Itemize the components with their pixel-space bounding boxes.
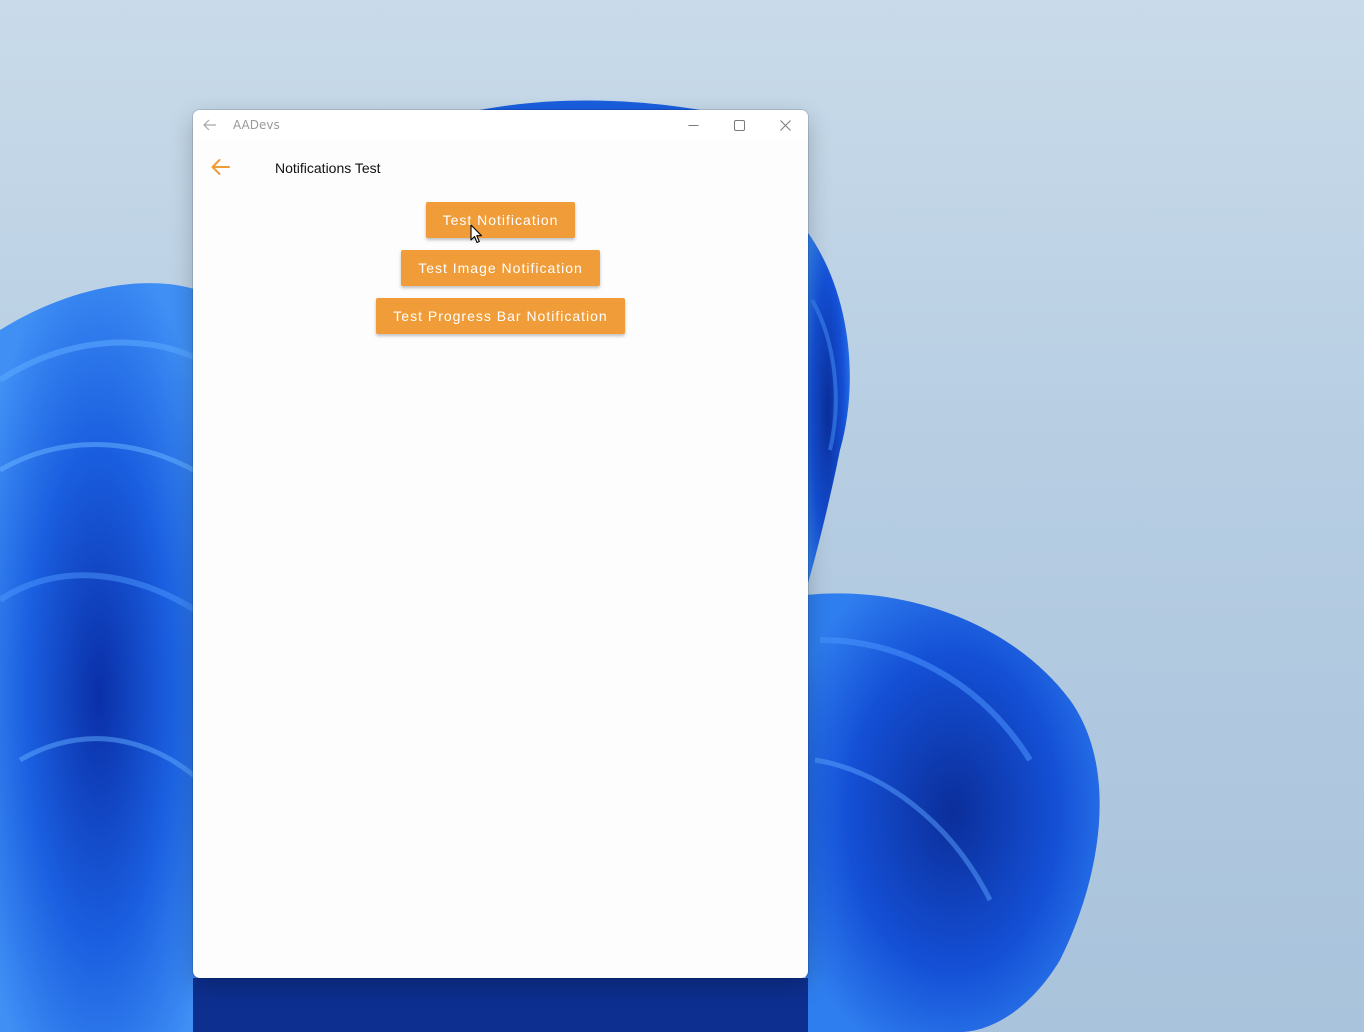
test-progress-bar-notification-button[interactable]: Test Progress Bar Notification: [376, 298, 625, 334]
mouse-pointer-icon: [470, 224, 483, 244]
window-controls: [670, 110, 808, 140]
maximize-icon: [733, 119, 745, 131]
maximize-button[interactable]: [716, 110, 762, 140]
app-back-button[interactable]: [210, 158, 232, 180]
page-title: Notifications Test: [275, 160, 381, 176]
minimize-button[interactable]: [670, 110, 716, 140]
app-window: AADevs Notifications Test Test Notificat…: [193, 110, 808, 978]
arrow-left-icon: [203, 119, 216, 131]
desktop: AADevs Notifications Test Test Notificat…: [0, 0, 1364, 1032]
test-image-notification-button[interactable]: Test Image Notification: [401, 250, 600, 286]
window-titlebar[interactable]: AADevs: [193, 110, 808, 140]
app-bar: Notifications Test: [193, 140, 808, 196]
button-list: Test Notification Test Image Notificatio…: [193, 196, 808, 334]
close-icon: [779, 119, 791, 131]
titlebar-back-button[interactable]: [193, 110, 227, 140]
window-title: AADevs: [233, 118, 280, 132]
minimize-icon: [688, 124, 698, 126]
arrow-left-icon: [211, 159, 230, 175]
close-button[interactable]: [762, 110, 808, 140]
test-notification-button[interactable]: Test Notification: [425, 202, 576, 238]
